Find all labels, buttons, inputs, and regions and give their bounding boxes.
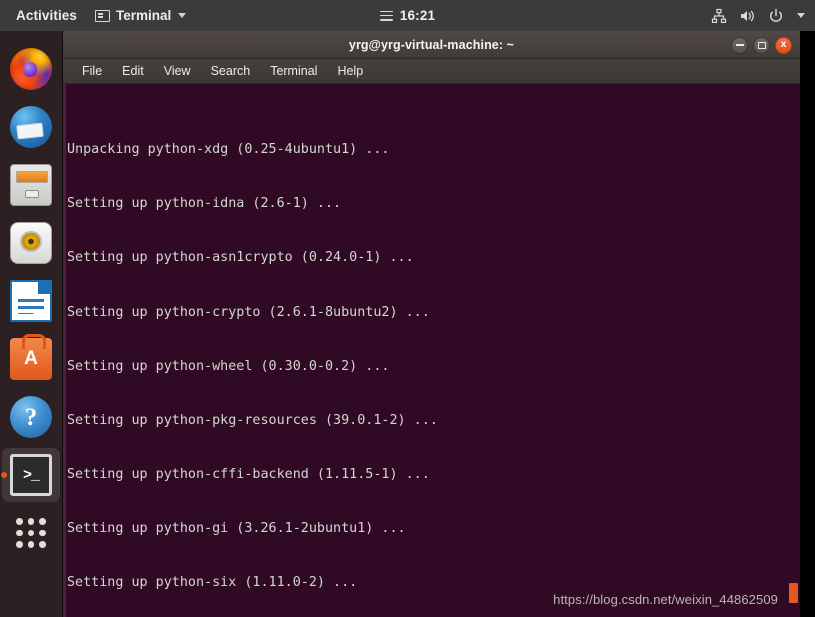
terminal-app-icon [95,9,111,22]
window-controls: x [731,31,792,59]
menu-search[interactable]: Search [208,62,254,80]
minimize-icon[interactable] [731,36,748,54]
app-menu-terminal[interactable]: Terminal [93,0,188,31]
firefox-icon [10,48,52,90]
terminal-line: Setting up python-wheel (0.30.0-0.2) ... [67,358,390,374]
ubuntu-dock: ? >_ [0,31,63,617]
menu-terminal[interactable]: Terminal [267,62,320,80]
terminal-line: Setting up python-six (1.11.0-2) ... [67,575,358,591]
dock-item-writer[interactable] [0,272,63,330]
watermark-url: https://blog.csdn.net/weixin_44862509 [553,592,778,607]
clock-label: 16:21 [399,8,436,23]
activities-button[interactable]: Activities [14,0,79,31]
terminal-icon: >_ [10,454,52,496]
window-title: yrg@yrg-virtual-machine: ~ [348,37,515,52]
menu-help[interactable]: Help [334,62,366,80]
app-menu-label: Terminal [116,8,172,23]
menu-edit[interactable]: Edit [119,62,147,80]
dock-item-software[interactable] [0,330,63,388]
chevron-down-icon [178,13,187,18]
terminal-line: Unpacking python-xdg (0.25-4ubuntu1) ... [67,142,390,158]
terminal-line: Setting up python-pkg-resources (39.0.1-… [67,412,438,428]
power-icon[interactable] [768,8,784,24]
terminal-titlebar[interactable]: yrg@yrg-virtual-machine: ~ x [63,31,800,59]
terminal-line: Setting up python-crypto (2.6.1-8ubuntu2… [67,304,430,320]
libreoffice-writer-icon [10,280,52,322]
chevron-down-icon[interactable] [797,13,805,18]
show-applications-button[interactable] [0,504,63,562]
list-menu-icon [379,10,393,21]
menu-view[interactable]: View [161,62,194,80]
maximize-icon[interactable] [753,36,770,54]
terminal-output: Unpacking python-xdg (0.25-4ubuntu1) ...… [66,85,784,617]
terminal-line: Setting up python-gi (3.26.1-2ubuntu1) .… [67,521,406,537]
terminal-window: yrg@yrg-virtual-machine: ~ x File Edit V… [63,31,800,617]
network-wired-icon[interactable] [711,8,727,24]
gnome-top-bar: Activities Terminal 16:21 [0,0,815,31]
activities-label: Activities [16,8,78,23]
ubuntu-software-icon [10,333,52,380]
screen-right-filler [800,31,815,617]
dock-item-rhythmbox[interactable] [0,214,63,272]
dock-item-terminal[interactable]: >_ [0,446,63,504]
files-cabinet-icon [10,164,52,206]
terminal-line: Setting up python-cffi-backend (1.11.5-1… [67,466,430,482]
top-bar-status-group[interactable] [711,0,805,31]
help-question-icon: ? [10,396,52,438]
dock-item-thunderbird[interactable] [0,98,63,156]
terminal-line: Setting up python-asn1crypto (0.24.0-1) … [67,250,414,266]
close-icon[interactable]: x [775,36,792,54]
volume-icon[interactable] [739,8,756,24]
terminal-menubar: File Edit View Search Terminal Help [63,59,800,84]
menu-file[interactable]: File [79,62,105,80]
terminal-line: Setting up python-idna (2.6-1) ... [67,196,342,212]
dock-item-firefox[interactable] [0,40,63,98]
dock-item-help[interactable]: ? [0,388,63,446]
top-bar-left-group: Activities Terminal [0,0,188,31]
grid-apps-icon [16,518,46,548]
terminal-scrollbar[interactable] [786,84,800,617]
scrollbar-thumb[interactable] [789,583,798,603]
desktop-screen: Activities Terminal 16:21 A ? >_ yrg@yrg… [0,0,815,617]
thunderbird-icon [10,106,52,148]
dock-item-files[interactable] [0,156,63,214]
terminal-body[interactable]: Unpacking python-xdg (0.25-4ubuntu1) ...… [63,84,800,617]
rhythmbox-speaker-icon [10,222,52,264]
